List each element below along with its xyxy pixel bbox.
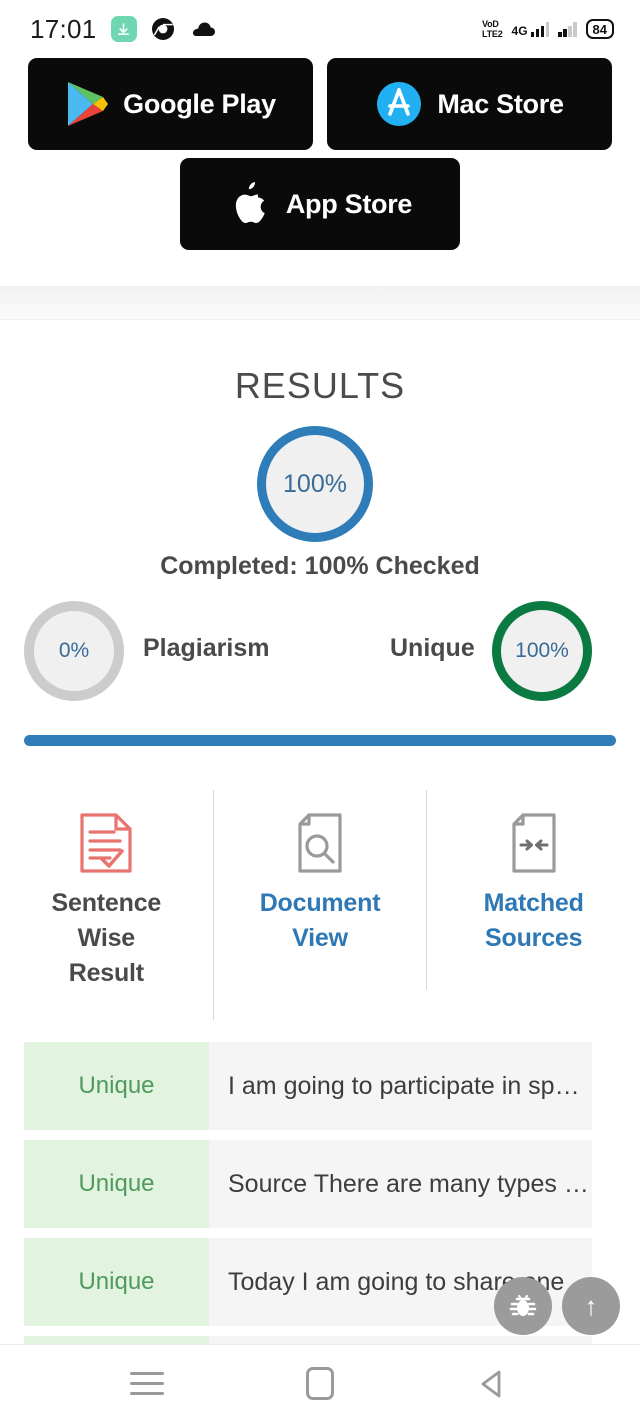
status-badge: Unique [24, 1042, 209, 1130]
completed-status-text: Completed: 100% Checked [160, 552, 480, 580]
store-row-top: Google Play Mac Store [0, 58, 640, 150]
status-badge: Unique [24, 1238, 209, 1326]
table-row[interactable]: Unique I am going to participate in sp… [24, 1042, 592, 1130]
bug-icon [509, 1294, 537, 1316]
chrome-icon [151, 17, 175, 41]
results-title: RESULTS [234, 365, 406, 406]
tab-matched-sources-label: Matched Sources [484, 886, 584, 956]
mac-store-button[interactable]: Mac Store [327, 58, 612, 150]
tab-label-line-2: Sources [485, 924, 583, 952]
app-store-label: App Store [285, 188, 413, 219]
volte-icon: VoD LTE2 [482, 19, 503, 39]
unique-label: Unique [390, 634, 475, 662]
apple-icon [235, 182, 265, 223]
status-bar: 17:01 VoD LTE2 4G 84 [0, 0, 640, 58]
home-icon [305, 1367, 334, 1400]
cloud-icon [189, 20, 217, 38]
mac-store-label: Mac Store [437, 88, 564, 119]
signal-bars-1 [530, 21, 550, 37]
tab-matched-sources[interactable]: Matched Sources [427, 790, 640, 956]
status-bar-right: VoD LTE2 4G 84 [482, 19, 614, 39]
google-play-button[interactable]: Google Play [28, 58, 313, 150]
plagiarism-label: Plagiarism [143, 634, 270, 662]
status-bar-clock: 17:01 [30, 13, 97, 44]
download-icon [110, 16, 137, 42]
tab-sentence-wise-result-label: Sentence Wise Result [52, 886, 162, 991]
status-badge: Unique [24, 1140, 209, 1228]
tab-label-line-1: Matched [483, 889, 584, 917]
tab-label-line-1: Sentence [51, 889, 162, 917]
recents-icon [129, 1372, 164, 1395]
store-buttons-section: Google Play Mac Store App Store [0, 58, 640, 258]
sentence-text: Source There are many types … [209, 1140, 592, 1228]
tab-label-line-2: View [292, 924, 348, 952]
sentence-text: I am going to participate in sp… [209, 1042, 592, 1130]
google-play-label: Google Play [123, 88, 276, 119]
document-check-icon [75, 812, 137, 874]
tab-document-view[interactable]: Document View [214, 790, 427, 956]
google-play-icon [68, 82, 109, 126]
document-search-icon [289, 812, 351, 874]
battery-indicator: 84 [585, 19, 614, 39]
volte-top-label: VoD [481, 19, 499, 29]
scroll-to-top-button[interactable]: ↑ [562, 1277, 620, 1335]
tab-sentence-wise-result[interactable]: Sentence Wise Result [0, 790, 213, 991]
android-navigation-bar [0, 1344, 640, 1422]
back-button[interactable] [458, 1359, 528, 1409]
section-divider-band [0, 286, 640, 320]
overall-progress-value: 100% [283, 469, 347, 498]
unique-value: 100% [515, 639, 569, 662]
status-bar-left: 17:01 [30, 14, 217, 45]
progress-bar [24, 735, 616, 746]
store-row-bottom: App Store [0, 158, 640, 250]
overall-progress-circle: 100% [257, 426, 373, 542]
unique-circle: 100% [492, 601, 592, 701]
app-store-button[interactable]: App Store [180, 158, 460, 250]
plagiarism-value: 0% [58, 639, 90, 662]
stats-row: 0% Plagiarism Unique 100% [0, 596, 640, 711]
network-type-label: 4G [511, 24, 528, 38]
bug-report-button[interactable] [494, 1277, 552, 1335]
document-arrows-icon [503, 812, 565, 874]
signal-bars-2 [558, 21, 577, 37]
mac-store-icon [377, 82, 422, 126]
back-icon [481, 1370, 501, 1397]
tab-label-line-3: Result [68, 959, 144, 987]
tab-label-line-1: Document [259, 889, 381, 917]
volte-bottom-label: LTE2 [481, 29, 503, 39]
recents-button[interactable] [112, 1359, 182, 1409]
plagiarism-circle: 0% [24, 601, 124, 701]
arrow-up-icon: ↑ [584, 1291, 598, 1321]
phone-screen: 17:01 VoD LTE2 4G 84 Google Play Mac Sto… [0, 0, 640, 1422]
result-tabs: Sentence Wise Result Document View Match… [0, 790, 640, 1020]
table-row[interactable]: Unique Source There are many types … [24, 1140, 592, 1228]
home-button[interactable] [285, 1359, 355, 1409]
tab-document-view-label: Document View [260, 886, 381, 956]
signal-primary: 4G [512, 21, 550, 37]
tab-label-line-2: Wise [77, 924, 136, 952]
